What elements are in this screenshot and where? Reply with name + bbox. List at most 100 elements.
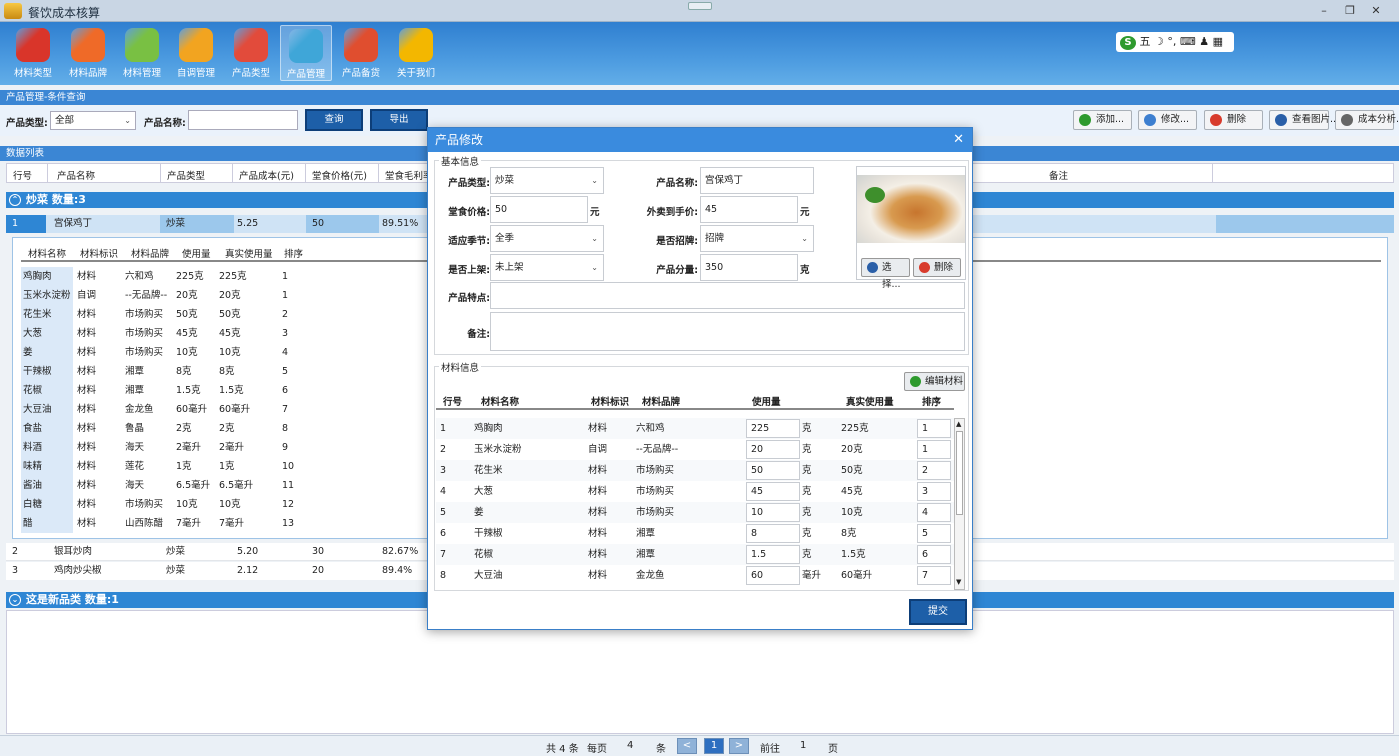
basic-info-legend: 基本信息: [439, 154, 482, 168]
season-select[interactable]: 全季 ⌄: [490, 225, 604, 252]
select-image-button[interactable]: 选择...: [861, 258, 910, 290]
material-order[interactable]: 3: [917, 482, 951, 501]
material-tag: 自调: [588, 444, 608, 455]
portion-input[interactable]: 350: [700, 254, 798, 281]
edit-materials-button[interactable]: 编辑材料: [904, 372, 965, 391]
material-real: 45克: [841, 486, 863, 497]
material-row[interactable]: 2 玉米水淀粉 自调 --无品牌-- 20 克 20克 1: [436, 439, 956, 460]
detail-row[interactable]: 花生米 材料 市场购买 50克 50克 2: [13, 305, 313, 324]
detail-row[interactable]: 花椒 材料 湘覃 1.5克 1.5克 6: [13, 381, 313, 400]
search-button[interactable]: 查询: [305, 109, 363, 131]
detail-row[interactable]: 大葱 材料 市场购买 45克 45克 3: [13, 324, 313, 343]
detail-row[interactable]: 姜材料 市场购买 10克 10克 4: [13, 343, 313, 362]
material-use[interactable]: 20: [746, 440, 800, 459]
close-icon[interactable]: ✕: [1363, 2, 1389, 20]
restore-icon[interactable]: ❐: [1337, 2, 1363, 20]
drag-handle[interactable]: [688, 2, 712, 10]
current-page-button[interactable]: 1: [704, 738, 724, 754]
detail-row[interactable]: 料酒 材料 海天 2毫升 2毫升 9: [13, 438, 313, 457]
material-use[interactable]: 45: [746, 482, 800, 501]
type-select[interactable]: 炒菜 ⌄: [490, 167, 604, 194]
detail-row[interactable]: 干辣椒 材料 湘覃 8克 8克 5: [13, 362, 313, 381]
detail-row[interactable]: 食盐 材料 鲁晶 2克 2克 8: [13, 419, 313, 438]
shelf-select[interactable]: 未上架 ⌄: [490, 254, 604, 281]
detail-name: 酱油: [21, 476, 73, 495]
material-row[interactable]: 1 鸡胸肉 材料 六和鸡 225 克 225克 1: [436, 418, 956, 439]
goto-input[interactable]: 1: [800, 740, 806, 751]
material-row[interactable]: 3 花生米 材料 市场购买 50 克 50克 2: [436, 460, 956, 481]
detail-real: 20克: [219, 290, 241, 301]
name-input[interactable]: 宫保鸡丁: [700, 167, 814, 194]
self-adjust-icon: [179, 28, 213, 62]
prev-page-button[interactable]: <: [677, 738, 697, 754]
sign-select[interactable]: 招牌 ⌄: [700, 225, 814, 252]
scrollbar-thumb[interactable]: [956, 431, 963, 515]
material-order[interactable]: 7: [917, 566, 951, 585]
material-use[interactable]: 10: [746, 503, 800, 522]
ribbon-material-manage-button[interactable]: 材料管理: [116, 25, 168, 81]
material-order[interactable]: 1: [917, 440, 951, 459]
ime-toolbar[interactable]: S 五 ☽ °, ⌨ ♟ ▦: [1116, 32, 1234, 52]
name-input[interactable]: [188, 110, 298, 130]
edit-button[interactable]: 修改...: [1138, 110, 1197, 130]
ribbon-self-adjust-button[interactable]: 自调管理: [170, 25, 222, 81]
takeout-input[interactable]: 45: [700, 196, 798, 223]
material-order[interactable]: 4: [917, 503, 951, 522]
scroll-down-icon[interactable]: ▼: [956, 579, 963, 586]
product-price: 30: [312, 546, 325, 557]
window-title: 餐饮成本核算: [28, 6, 101, 20]
detail-row[interactable]: 味精 材料 莲花 1克 1克 10: [13, 457, 313, 476]
expand-icon[interactable]: ⌄: [9, 594, 21, 606]
minimize-icon[interactable]: –: [1311, 2, 1337, 20]
ribbon-product-type-button[interactable]: 产品类型: [225, 25, 277, 81]
scroll-up-icon[interactable]: ▲: [956, 421, 963, 428]
ribbon-material-brand-button[interactable]: 材料品牌: [62, 25, 114, 81]
material-unit: 克: [802, 465, 812, 476]
material-order[interactable]: 1: [917, 419, 951, 438]
ribbon-material-type-button[interactable]: 材料类型: [7, 25, 59, 81]
ribbon-product-stock-button[interactable]: 产品备货: [335, 25, 387, 81]
material-order[interactable]: 6: [917, 545, 951, 564]
detail-row[interactable]: 白糖 材料 市场购买 10克 10克 12: [13, 495, 313, 514]
delete-image-button[interactable]: 删除: [913, 258, 961, 277]
close-icon[interactable]: ✕: [953, 128, 964, 152]
detail-row[interactable]: 大豆油 材料 金龙鱼 60毫升 60毫升 7: [13, 400, 313, 419]
material-tag: 材料: [588, 423, 608, 434]
detail-use: 1.5克: [176, 385, 201, 396]
price-input[interactable]: 50: [490, 196, 588, 223]
detail-row[interactable]: 玉米水淀粉 自调 --无品牌-- 20克 20克 1: [13, 286, 313, 305]
detail-row[interactable]: 鸡胸肉 材料 六和鸡 225克 225克 1: [13, 267, 313, 286]
material-row[interactable]: 7 花椒 材料 湘覃 1.5 克 1.5克 6: [436, 544, 956, 565]
ribbon-about-button[interactable]: 关于我们: [390, 25, 442, 81]
material-row[interactable]: 4 大葱 材料 市场购买 45 克 45克 3: [436, 481, 956, 502]
season-label: 适应季节:: [448, 236, 490, 247]
detail-row[interactable]: 酱油 材料 海天 6.5毫升 6.5毫升 11: [13, 476, 313, 495]
scrollbar[interactable]: ▲ ▼: [954, 418, 965, 590]
material-row[interactable]: 8 大豆油 材料 金龙鱼 60 毫升 60毫升 7: [436, 565, 956, 586]
detail-row[interactable]: 醋材料 山西陈醋 7毫升 7毫升 13: [13, 514, 313, 533]
per-page-value[interactable]: 4: [627, 740, 633, 751]
type-label: 产品类型:: [448, 178, 490, 189]
submit-button[interactable]: 提交: [909, 599, 967, 625]
delete-button[interactable]: 删除: [1204, 110, 1263, 130]
material-order[interactable]: 5: [917, 524, 951, 543]
add-button[interactable]: 添加...: [1073, 110, 1132, 130]
detail-real: 10克: [219, 499, 241, 510]
material-use[interactable]: 225: [746, 419, 800, 438]
material-order[interactable]: 2: [917, 461, 951, 480]
next-page-button[interactable]: >: [729, 738, 749, 754]
note-input[interactable]: [490, 312, 965, 351]
export-button[interactable]: 导出: [370, 109, 428, 131]
material-row[interactable]: 6 干辣椒 材料 湘覃 8 克 8克 5: [436, 523, 956, 544]
material-use[interactable]: 1.5: [746, 545, 800, 564]
material-use[interactable]: 60: [746, 566, 800, 585]
ribbon-product-manage-button[interactable]: 产品管理: [280, 25, 332, 81]
material-row[interactable]: 5 姜 材料 市场购买 10 克 10克 4: [436, 502, 956, 523]
collapse-icon[interactable]: ⌃: [9, 194, 21, 206]
material-use[interactable]: 8: [746, 524, 800, 543]
type-select[interactable]: 全部 ⌄: [50, 111, 136, 130]
material-use[interactable]: 50: [746, 461, 800, 480]
view-image-button[interactable]: 查看图片...: [1269, 110, 1339, 130]
cost-analysis-button[interactable]: 成本分析...: [1335, 110, 1399, 130]
garnish-icon: [865, 187, 885, 203]
